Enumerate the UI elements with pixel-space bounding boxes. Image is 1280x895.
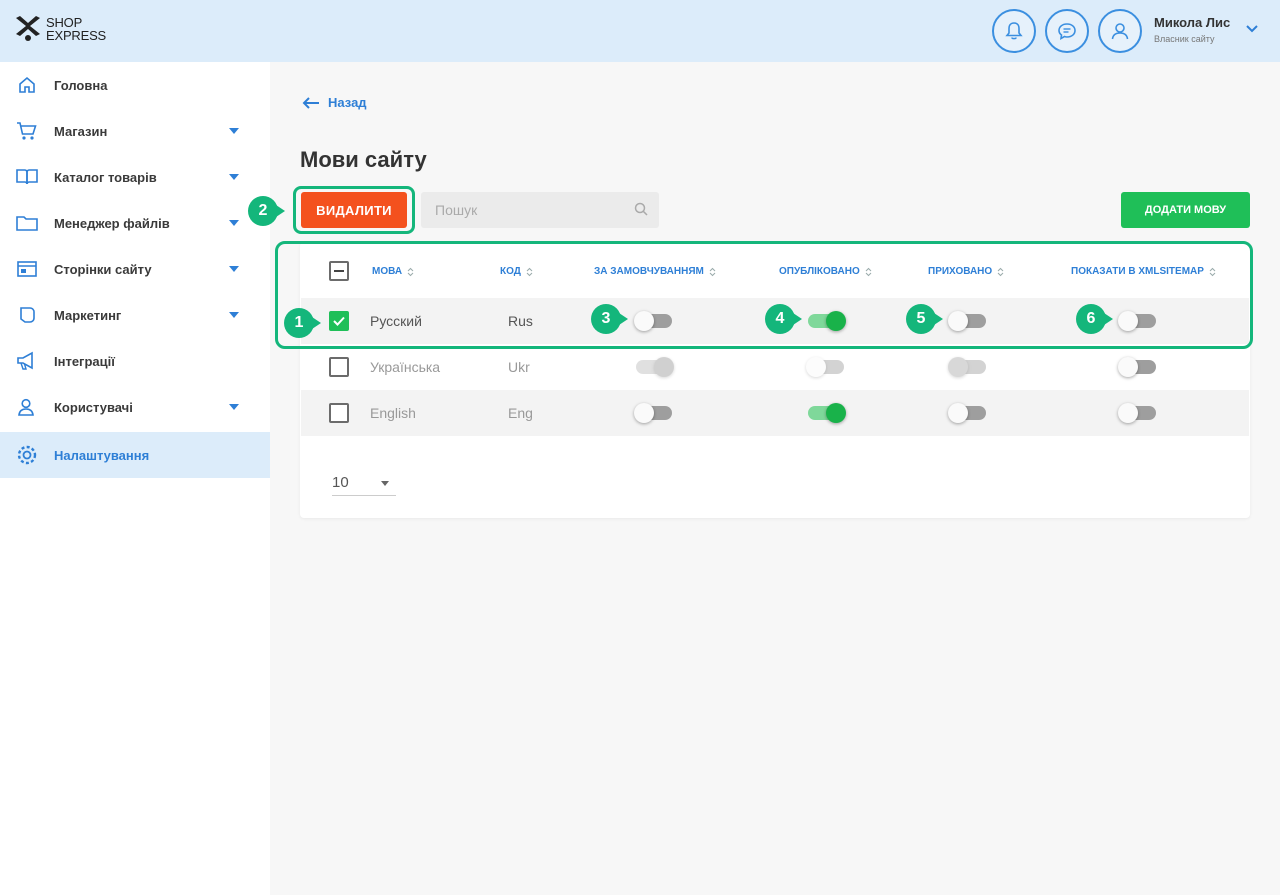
rows-per-page-value: 10 (332, 474, 349, 491)
add-language-button[interactable]: ДОДАТИ МОВУ (1121, 192, 1250, 228)
megaphone-icon (15, 349, 39, 373)
logo-mark-icon (16, 16, 40, 41)
annotation-badge-6: 6 (1076, 304, 1113, 334)
annotation-badge-4: 4 (765, 304, 802, 334)
language-code: Ukr (508, 359, 530, 375)
annotation-badge-5: 5 (906, 304, 943, 334)
caret-down-icon (229, 128, 239, 134)
hidden-toggle[interactable] (948, 357, 986, 377)
user-name[interactable]: Микола Лис (1154, 15, 1230, 30)
caret-down-icon (381, 481, 389, 486)
back-link[interactable]: Назад (302, 95, 367, 110)
sidebar-item-catalog[interactable]: Каталог товарів (0, 154, 270, 200)
sidebar-item-shop[interactable]: Магазин (0, 108, 270, 154)
sidebar-item-label: Головна (54, 77, 108, 93)
sidebar: Головна Магазин Каталог товарів Менеджер… (0, 62, 270, 895)
sidebar-item-label: Сторінки сайту (54, 261, 152, 277)
annotation-badge-3: 3 (591, 304, 628, 334)
users-icon (15, 395, 39, 419)
published-toggle[interactable] (806, 357, 844, 377)
sidebar-item-label: Магазин (54, 123, 108, 139)
book-icon (15, 165, 39, 189)
caret-down-icon (229, 404, 239, 410)
delete-button[interactable]: ВИДАЛИТИ (301, 192, 407, 228)
gear-icon (15, 443, 39, 467)
notifications-button[interactable] (992, 9, 1036, 53)
chat-icon (1058, 23, 1076, 41)
messages-button[interactable] (1045, 9, 1089, 53)
sidebar-item-home[interactable]: Головна (0, 62, 270, 108)
search-icon[interactable] (634, 202, 648, 216)
caret-down-icon (229, 312, 239, 318)
caret-down-icon (229, 266, 239, 272)
home-icon (15, 73, 39, 97)
marketing-icon (15, 303, 39, 327)
search-box (421, 192, 659, 228)
sidebar-item-users[interactable]: Користувачі (0, 384, 270, 430)
sidebar-item-file-manager[interactable]: Менеджер файлів (0, 200, 270, 246)
sidebar-item-label: Інтеграції (54, 353, 115, 369)
table-row (301, 390, 1249, 436)
user-role: Власник сайту (1154, 34, 1215, 44)
sidebar-item-label: Менеджер файлів (54, 215, 170, 231)
sidebar-item-integrations[interactable]: Інтеграції (0, 338, 270, 384)
default-toggle[interactable] (636, 357, 674, 377)
back-label: Назад (328, 95, 367, 110)
sidebar-item-label: Каталог товарів (54, 169, 157, 185)
sidebar-item-site-pages[interactable]: Сторінки сайту (0, 246, 270, 292)
chevron-down-icon[interactable] (1245, 24, 1259, 34)
logo[interactable]: SHOP EXPRESS (14, 14, 106, 44)
row-checkbox[interactable] (329, 403, 349, 423)
sidebar-item-settings[interactable]: Налаштування (0, 432, 270, 478)
sitemap-toggle[interactable] (1118, 403, 1156, 423)
profile-button[interactable] (1098, 9, 1142, 53)
folder-icon (15, 211, 39, 235)
bell-icon (1005, 22, 1023, 40)
annotation-badge-1: 1 (284, 308, 321, 338)
sidebar-item-label: Користувачі (54, 399, 133, 415)
row-checkbox[interactable] (329, 357, 349, 377)
arrow-left-icon (302, 96, 319, 109)
caret-down-icon (229, 174, 239, 180)
published-toggle[interactable] (808, 403, 846, 423)
annotation-badge-2: 2 (248, 196, 285, 226)
logo-line2: EXPRESS (46, 28, 107, 43)
pages-icon (15, 257, 39, 281)
top-header: SHOP EXPRESS Микола Лис Власник сайту (0, 0, 1280, 62)
table-row (301, 344, 1249, 390)
user-icon (1111, 23, 1129, 40)
search-input[interactable] (421, 192, 631, 228)
page-title: Мови сайту (300, 147, 427, 172)
sidebar-item-label: Налаштування (54, 447, 150, 463)
language-name: English (370, 405, 416, 421)
hidden-toggle[interactable] (948, 403, 986, 423)
sidebar-item-marketing[interactable]: Маркетинг (0, 292, 270, 338)
caret-down-icon (229, 220, 239, 226)
default-toggle[interactable] (634, 403, 672, 423)
sitemap-toggle[interactable] (1118, 357, 1156, 377)
language-name: Українська (370, 359, 441, 375)
annotation-outline-row (275, 241, 1253, 349)
language-code: Eng (508, 405, 533, 421)
sidebar-item-label: Маркетинг (54, 307, 122, 323)
cart-icon (15, 119, 39, 143)
